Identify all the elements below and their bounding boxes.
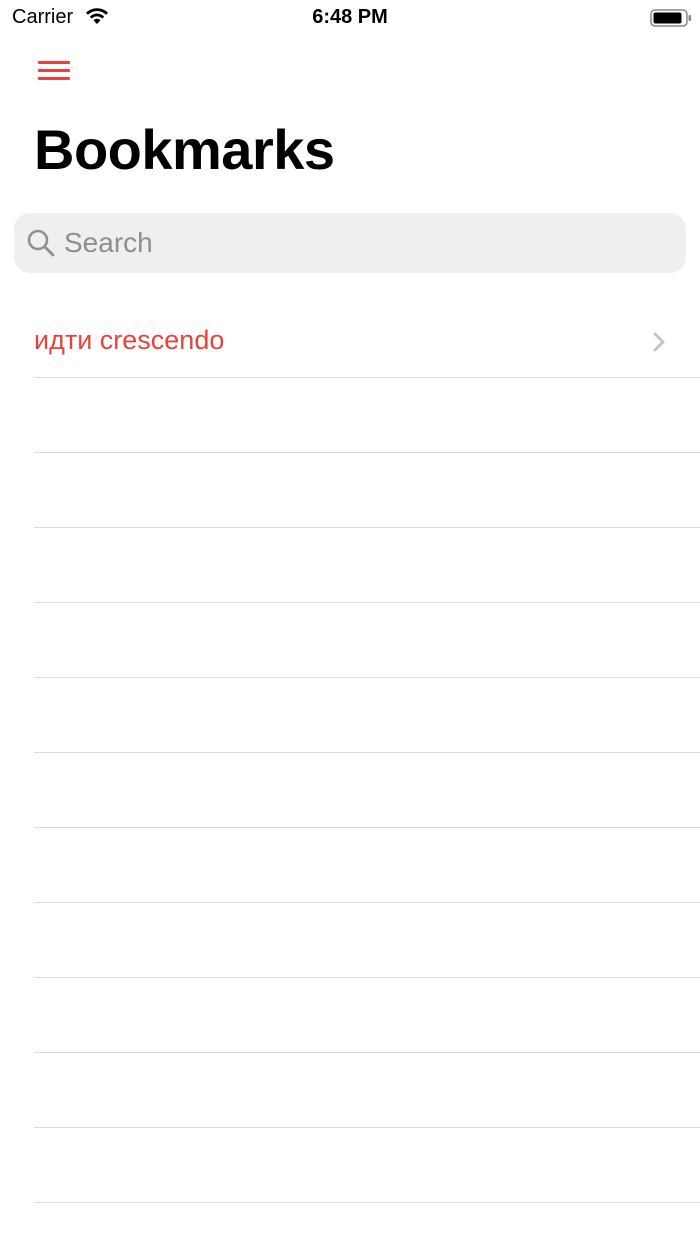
chevron-right-icon	[653, 332, 665, 352]
empty-row	[34, 678, 700, 753]
menu-button[interactable]	[34, 56, 74, 86]
page-title: Bookmarks	[34, 118, 335, 181]
empty-row	[34, 1053, 700, 1128]
search-icon	[27, 229, 55, 257]
status-time: 6:48 PM	[312, 6, 388, 28]
empty-row	[34, 828, 700, 903]
empty-row	[34, 528, 700, 603]
bookmark-row[interactable]: идти crescendo	[34, 303, 700, 378]
empty-row	[34, 978, 700, 1053]
search-bar[interactable]	[14, 213, 686, 273]
search-input[interactable]	[64, 213, 664, 273]
battery-icon	[650, 9, 691, 27]
empty-row	[34, 1128, 700, 1203]
hamburger-icon	[38, 61, 70, 80]
empty-row	[34, 753, 700, 828]
bookmarks-list: идти crescendo	[0, 303, 700, 1203]
status-bar: Carrier 6:48 PM	[0, 0, 700, 40]
empty-row	[34, 378, 700, 453]
bookmark-label: идти crescendo	[34, 325, 225, 355]
empty-row	[34, 603, 700, 678]
empty-row	[34, 453, 700, 528]
empty-row	[34, 903, 700, 978]
